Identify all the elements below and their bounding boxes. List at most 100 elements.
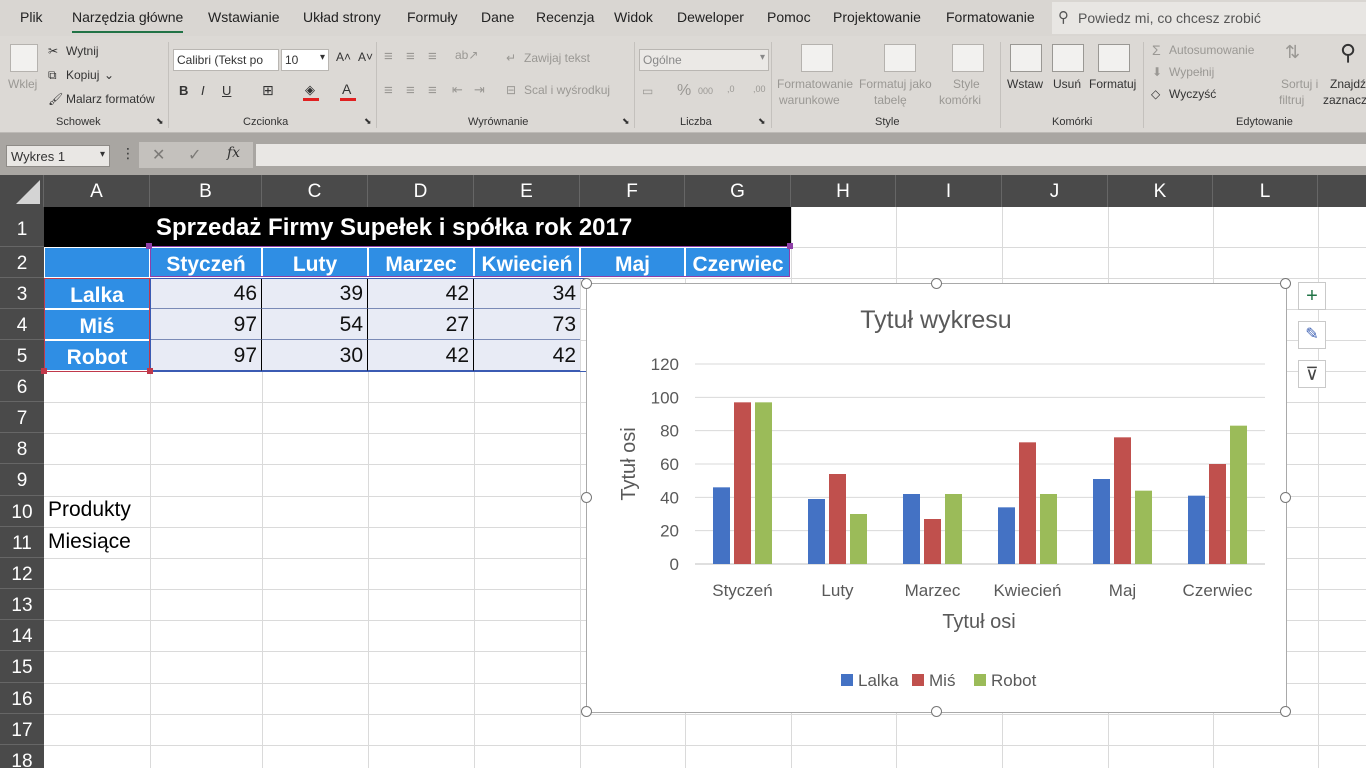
- resize-handle[interactable]: [1280, 278, 1291, 289]
- font-launcher-icon[interactable]: ⬊: [364, 116, 372, 127]
- month-header-cell[interactable]: Luty: [262, 247, 368, 278]
- column-header[interactable]: J: [1002, 175, 1108, 207]
- row-header[interactable]: 16: [0, 683, 44, 714]
- data-cell[interactable]: 34: [474, 278, 580, 309]
- formula-input[interactable]: [256, 144, 1366, 166]
- find-select-icon[interactable]: ⚲: [1340, 40, 1356, 66]
- data-cell[interactable]: 27: [368, 309, 474, 340]
- sort-filter-icon[interactable]: ⇅: [1285, 42, 1300, 63]
- data-cell[interactable]: 46: [150, 278, 262, 309]
- tab-insert[interactable]: Wstawianie: [208, 9, 280, 25]
- bold-button[interactable]: B: [179, 83, 188, 98]
- clear-icon[interactable]: ◇: [1151, 87, 1160, 101]
- bar-lalka-3[interactable]: [998, 507, 1015, 564]
- format-cells-button[interactable]: Formatuj: [1089, 77, 1136, 91]
- range-handle[interactable]: [787, 243, 793, 249]
- month-header-cell[interactable]: Czerwiec: [685, 247, 791, 278]
- sort-filter-label-2[interactable]: filtruj: [1279, 93, 1304, 107]
- paste-icon[interactable]: [10, 44, 38, 72]
- row-header[interactable]: 7: [0, 402, 44, 433]
- data-cell[interactable]: 73: [474, 309, 580, 340]
- product-label-cell[interactable]: Miś: [44, 309, 150, 340]
- row-header[interactable]: 13: [0, 589, 44, 620]
- y-axis-title[interactable]: Tytuł osi: [618, 427, 640, 500]
- resize-handle[interactable]: [581, 706, 592, 717]
- decrease-indent-icon[interactable]: ⇤: [452, 82, 463, 98]
- font-size-box[interactable]: 10 ▾: [281, 49, 329, 71]
- column-header[interactable]: C: [262, 175, 368, 207]
- row-header[interactable]: 4: [0, 309, 44, 340]
- bar-robot-1[interactable]: [850, 514, 867, 564]
- number-launcher-icon[interactable]: ⬊: [758, 116, 766, 127]
- resize-handle[interactable]: [581, 492, 592, 503]
- bar-miś-2[interactable]: [924, 519, 941, 564]
- chart-area[interactable]: Tytuł wykresu Tytuł osi Tytuł osi 0 20 40 6…: [586, 283, 1287, 713]
- product-label-cell[interactable]: Lalka: [44, 278, 150, 309]
- tab-page-layout[interactable]: Układ strony: [303, 9, 381, 25]
- column-header[interactable]: D: [368, 175, 474, 207]
- row-header[interactable]: 1: [0, 207, 44, 247]
- clipboard-launcher-icon[interactable]: ⬊: [156, 116, 164, 127]
- wrap-text-icon[interactable]: ↵: [506, 51, 516, 65]
- column-header[interactable]: F: [580, 175, 685, 207]
- copy-dropdown-icon[interactable]: ⌄: [104, 68, 114, 82]
- cut-button[interactable]: Wytnij: [66, 44, 99, 58]
- fill-icon[interactable]: ⬇: [1152, 65, 1162, 79]
- autosum-icon[interactable]: Σ: [1152, 42, 1161, 58]
- merge-icon[interactable]: ⊟: [506, 83, 516, 97]
- column-header[interactable]: E: [474, 175, 580, 207]
- cell-styles-label-1[interactable]: Style: [953, 77, 980, 91]
- align-top-icon[interactable]: ≡: [384, 48, 393, 65]
- column-header[interactable]: L: [1213, 175, 1318, 207]
- merge-center-button[interactable]: Scal i wyśrodkuj: [524, 83, 610, 97]
- row-header[interactable]: 3: [0, 278, 44, 309]
- format-painter-icon[interactable]: 🖌: [48, 92, 63, 106]
- cell-styles-label-2[interactable]: komórki: [939, 93, 981, 107]
- row-header[interactable]: 15: [0, 651, 44, 683]
- table-corner-cell[interactable]: [44, 247, 150, 278]
- column-header[interactable]: B: [150, 175, 262, 207]
- delete-cells-icon[interactable]: [1052, 44, 1084, 72]
- italic-button[interactable]: I: [201, 83, 205, 98]
- tell-me-search[interactable]: ⚲ Powiedz mi, co chcesz zrobić: [1052, 2, 1366, 34]
- tab-format[interactable]: Formatowanie: [946, 9, 1035, 25]
- conditional-formatting-label-2[interactable]: warunkowe: [779, 93, 840, 107]
- font-color-icon[interactable]: A: [342, 81, 351, 97]
- column-header[interactable]: I: [896, 175, 1002, 207]
- column-header[interactable]: A: [44, 175, 150, 207]
- alignment-launcher-icon[interactable]: ⬊: [622, 116, 630, 127]
- resize-handle[interactable]: [581, 278, 592, 289]
- name-box[interactable]: Wykres 1 ▾: [6, 145, 110, 167]
- autosum-button[interactable]: Autosumowanie: [1169, 43, 1254, 57]
- tab-review[interactable]: Recenzja: [536, 9, 594, 25]
- fill-color-icon[interactable]: ◈: [305, 82, 315, 98]
- data-cell[interactable]: 39: [262, 278, 368, 309]
- number-format-box[interactable]: Ogólne ▾: [639, 49, 769, 71]
- currency-icon[interactable]: ▭: [642, 84, 653, 98]
- more-options-icon[interactable]: ⋮: [121, 145, 135, 162]
- font-name-box[interactable]: Calibri (Tekst po: [173, 49, 279, 71]
- bar-miś-0[interactable]: [734, 402, 751, 564]
- range-handle[interactable]: [147, 368, 153, 374]
- align-right-icon[interactable]: ≡: [428, 82, 437, 99]
- tab-developer[interactable]: Deweloper: [677, 9, 744, 25]
- bar-robot-2[interactable]: [945, 494, 962, 564]
- fill-button[interactable]: Wypełnij: [1169, 65, 1214, 79]
- cell-a11[interactable]: Miesiące: [48, 530, 248, 561]
- row-header[interactable]: 18: [0, 745, 44, 772]
- sheet-title-cell[interactable]: Sprzedaż Firmy Supełek i spółka rok 2017: [44, 207, 791, 247]
- grow-font-icon[interactable]: A˄: [336, 50, 351, 64]
- format-painter-button[interactable]: Malarz formatów: [66, 92, 155, 106]
- row-header[interactable]: 8: [0, 433, 44, 464]
- cell-styles-icon[interactable]: [952, 44, 984, 72]
- tab-view[interactable]: Widok: [614, 9, 653, 25]
- insert-function-button[interactable]: fx: [227, 145, 240, 161]
- row-header[interactable]: 6: [0, 371, 44, 402]
- row-header[interactable]: 5: [0, 340, 44, 371]
- tab-home[interactable]: Narzędzia główne: [72, 9, 184, 33]
- cut-icon[interactable]: ✂: [48, 44, 58, 58]
- percent-icon[interactable]: %: [677, 82, 691, 100]
- bar-miś-5[interactable]: [1209, 464, 1226, 564]
- row-header[interactable]: 12: [0, 558, 44, 589]
- delete-cells-button[interactable]: Usuń: [1053, 77, 1081, 91]
